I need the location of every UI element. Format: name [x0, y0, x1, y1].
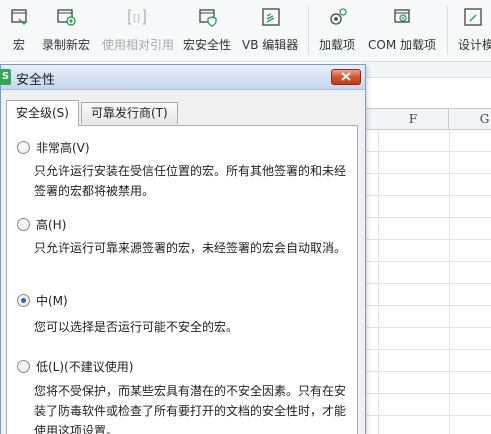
- option-very-high-label[interactable]: 非常高(V): [36, 139, 90, 156]
- option-high-description: 只允许运行可靠来源签署的宏，未经签署的宏会自动取消。: [34, 241, 347, 255]
- radio-low[interactable]: [17, 360, 30, 373]
- radio-high[interactable]: [17, 218, 30, 231]
- svg-text:[]: []: [133, 14, 140, 24]
- addins-icon: [327, 6, 349, 28]
- record-macro-label: 录制新宏: [42, 38, 91, 52]
- macro-button[interactable]: 宏: [6, 0, 34, 62]
- close-button[interactable]: [331, 69, 361, 85]
- worksheet-grid[interactable]: [362, 130, 491, 434]
- addins-button[interactable]: 加载项: [316, 0, 360, 62]
- macro-icon: [9, 6, 31, 28]
- formula-bar-strip: [362, 62, 491, 78]
- app-logo-icon: S: [0, 69, 11, 85]
- radio-medium[interactable]: [17, 294, 30, 307]
- ribbon-separator: [447, 6, 448, 54]
- option-low-description: 您将不受保护，而某些宏具有潜在的不安全因素。只有在安装了防毒软件或检查了所有要打…: [34, 384, 347, 434]
- dialog-title: 安全性: [16, 73, 56, 88]
- vb-editor-button[interactable]: VB 编辑器: [240, 0, 302, 62]
- security-level-panel: 非常高(V) 只允许运行安装在受信任位置的宏。所有其他签署的和未经签署的宏都将被…: [6, 125, 358, 434]
- option-very-high-description: 只允许运行安装在受信任位置的宏。所有其他签署的和未经签署的宏都将被禁用。: [34, 164, 347, 198]
- relative-reference-button[interactable]: [] 使用相对引用: [100, 0, 174, 62]
- radio-very-high[interactable]: [17, 141, 30, 154]
- macro-security-button[interactable]: 宏安全性: [182, 0, 234, 62]
- relative-reference-icon: []: [126, 6, 148, 28]
- macro-security-label: 宏安全性: [183, 38, 232, 52]
- vb-editor-icon: [260, 6, 282, 28]
- com-addins-icon: [392, 6, 414, 28]
- developer-ribbon: 宏 录制新宏 [] 使用相对引用 宏安全性 VB 编辑器 加载项 COM 加载项…: [0, 0, 491, 62]
- com-addins-label: COM 加载项: [368, 38, 436, 52]
- addins-label: 加载项: [319, 38, 356, 52]
- option-high-label[interactable]: 高(H): [36, 216, 66, 233]
- design-mode-button[interactable]: 设计模: [455, 0, 491, 62]
- macro-label: 宏: [13, 38, 26, 52]
- option-low-label[interactable]: 低(L)(不建议使用): [36, 358, 133, 375]
- macro-security-icon: [197, 6, 219, 28]
- ribbon-separator: [308, 6, 309, 54]
- tab-security-level[interactable]: 安全级(S): [6, 100, 79, 126]
- close-icon: [341, 70, 351, 84]
- column-headers: F G: [362, 108, 491, 130]
- option-medium-label[interactable]: 中(M): [36, 292, 68, 309]
- design-mode-label: 设计模: [458, 38, 491, 52]
- column-header-f[interactable]: F: [378, 109, 449, 130]
- security-dialog: S 安全性 安全级(S) 可靠发行商(T) 非常高(V) 只允许运行安装在受信任…: [0, 64, 366, 434]
- relative-reference-label: 使用相对引用: [102, 38, 175, 52]
- record-macro-button[interactable]: 录制新宏: [40, 0, 92, 62]
- design-mode-icon: [462, 6, 484, 28]
- dialog-titlebar[interactable]: S 安全性: [0, 65, 365, 90]
- com-addins-button[interactable]: COM 加载项: [366, 0, 440, 62]
- option-medium-description: 您可以选择是否运行可能不安全的宏。: [34, 320, 239, 334]
- record-macro-icon: [55, 6, 77, 28]
- vb-editor-label: VB 编辑器: [242, 38, 299, 52]
- tab-trusted-publishers[interactable]: 可靠发行商(T): [81, 102, 178, 124]
- column-header-g[interactable]: G: [449, 109, 491, 130]
